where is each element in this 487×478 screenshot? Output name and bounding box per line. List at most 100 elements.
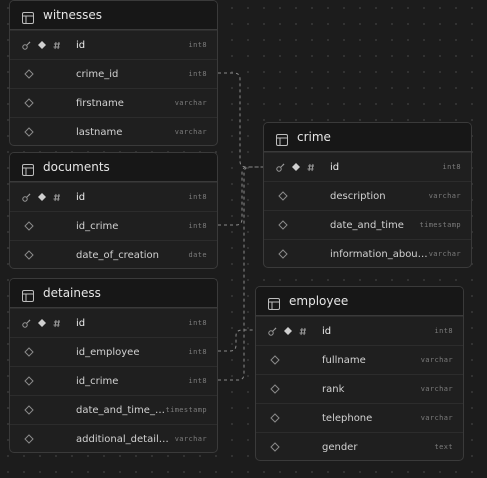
- diamond-icon: [38, 319, 46, 327]
- column-row-lastname[interactable]: lastname varchar: [10, 117, 217, 145]
- hollow-diamond-icon: [24, 98, 34, 108]
- hollow-diamond-icon: [278, 220, 288, 230]
- column-name: firstname: [76, 97, 124, 109]
- column-row-gender[interactable]: gender text: [256, 432, 463, 460]
- table-name: witnesses: [43, 8, 102, 22]
- hollow-diamond-icon: [24, 376, 34, 386]
- column-type: int8: [442, 163, 461, 171]
- hollow-diamond-icon: [24, 69, 34, 79]
- table-grid-icon: [22, 9, 34, 24]
- column-name: date_of_creation: [76, 249, 160, 261]
- column-name: information_about_t...: [330, 248, 429, 260]
- table-name: crime: [297, 130, 331, 144]
- pk-markers: [268, 326, 322, 336]
- table-header[interactable]: crime: [264, 123, 471, 152]
- column-row-id-crime[interactable]: id_crime int8: [10, 211, 217, 240]
- column-row-id-crime[interactable]: id_crime int8: [10, 366, 217, 395]
- table-name: detainess: [43, 286, 101, 300]
- table-documents[interactable]: documents id int8 id_crime int8 date_of_…: [9, 152, 218, 269]
- column-name: gender: [322, 441, 358, 453]
- column-type: int8: [188, 41, 207, 49]
- hash-icon: [299, 327, 306, 336]
- hollow-diamond-icon: [24, 347, 34, 357]
- hollow-diamond-icon: [24, 250, 34, 260]
- column-row-telephone[interactable]: telephone varchar: [256, 403, 463, 432]
- diamond-icon: [38, 193, 46, 201]
- hollow-diamond-icon: [270, 355, 280, 365]
- edge-witnesses-crime: [218, 72, 263, 168]
- table-name: employee: [289, 294, 349, 308]
- column-row-rank[interactable]: rank varchar: [256, 374, 463, 403]
- pk-markers: [22, 40, 76, 50]
- column-type: int8: [188, 222, 207, 230]
- column-type: date: [188, 251, 207, 259]
- key-icon: [268, 327, 277, 336]
- column-type: varchar: [174, 435, 207, 443]
- hollow-diamond-icon: [270, 413, 280, 423]
- table-crime[interactable]: crime id int8 description varchar date_a…: [263, 122, 472, 268]
- column-name: id: [322, 325, 332, 337]
- hash-icon: [53, 41, 60, 50]
- column-row-id[interactable]: id int8: [264, 152, 471, 181]
- column-name: id: [76, 317, 86, 329]
- column-row-crime-id[interactable]: crime_id int8: [10, 59, 217, 88]
- table-header[interactable]: witnesses: [10, 1, 217, 30]
- column-name: lastname: [76, 126, 123, 138]
- pk-markers: [276, 162, 330, 172]
- column-name: date_and_time_of_de...: [76, 404, 165, 416]
- table-header[interactable]: documents: [10, 153, 217, 182]
- table-detainess[interactable]: detainess id int8 id_employee int8 id_cr…: [9, 278, 218, 453]
- table-grid-icon: [22, 161, 34, 176]
- key-icon: [276, 163, 285, 172]
- pk-markers: [22, 318, 76, 328]
- hollow-diamond-icon: [24, 127, 34, 137]
- column-row-id-employee[interactable]: id_employee int8: [10, 337, 217, 366]
- column-name: id: [76, 39, 86, 51]
- column-name: id: [330, 161, 340, 173]
- hollow-diamond-icon: [24, 405, 34, 415]
- column-row-id[interactable]: id int8: [256, 316, 463, 345]
- column-name: fullname: [322, 354, 366, 366]
- table-witnesses[interactable]: witnesses id int8 crime_id int8 firstnam…: [9, 0, 218, 146]
- column-type: int8: [188, 193, 207, 201]
- column-type: varchar: [428, 192, 461, 200]
- column-row-date-and-time-of-detention[interactable]: date_and_time_of_de... timestamp: [10, 395, 217, 424]
- column-row-date-and-time[interactable]: date_and_time timestamp: [264, 210, 471, 239]
- column-name: description: [330, 190, 386, 202]
- column-type: int8: [188, 70, 207, 78]
- column-type: varchar: [420, 414, 453, 422]
- column-row-additional-details[interactable]: additional_detailess_... varchar: [10, 424, 217, 452]
- column-type: varchar: [428, 250, 461, 258]
- hash-icon: [53, 319, 60, 328]
- column-row-fullname[interactable]: fullname varchar: [256, 345, 463, 374]
- column-type: int8: [188, 319, 207, 327]
- diamond-icon: [38, 41, 46, 49]
- column-row-firstname[interactable]: firstname varchar: [10, 88, 217, 117]
- hollow-diamond-icon: [24, 434, 34, 444]
- column-type: timestamp: [165, 406, 207, 414]
- diamond-icon: [292, 163, 300, 171]
- key-icon: [22, 41, 31, 50]
- column-row-id[interactable]: id int8: [10, 308, 217, 337]
- column-type: varchar: [174, 99, 207, 107]
- diamond-icon: [284, 327, 292, 335]
- column-type: varchar: [420, 356, 453, 364]
- table-header[interactable]: employee: [256, 287, 463, 316]
- edge-documents-crime: [218, 166, 263, 226]
- column-row-description[interactable]: description varchar: [264, 181, 471, 210]
- table-employee[interactable]: employee id int8 fullname varchar rank v…: [255, 286, 464, 461]
- column-row-information[interactable]: information_about_t... varchar: [264, 239, 471, 267]
- key-icon: [22, 319, 31, 328]
- column-row-date-of-creation[interactable]: date_of_creation date: [10, 240, 217, 268]
- table-name: documents: [43, 160, 110, 174]
- column-row-id[interactable]: id int8: [10, 30, 217, 59]
- table-header[interactable]: detainess: [10, 279, 217, 308]
- column-type: int8: [188, 377, 207, 385]
- column-type: timestamp: [419, 221, 461, 229]
- key-icon: [22, 193, 31, 202]
- hash-icon: [307, 163, 314, 172]
- column-row-id[interactable]: id int8: [10, 182, 217, 211]
- hash-icon: [53, 193, 60, 202]
- hollow-diamond-icon: [24, 221, 34, 231]
- column-type: varchar: [420, 385, 453, 393]
